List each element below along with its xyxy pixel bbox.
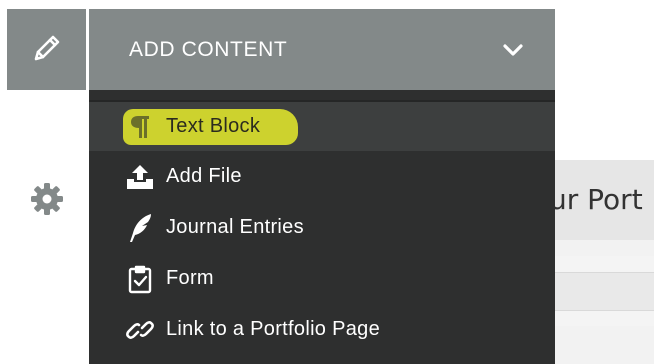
menu-item-label: Add File xyxy=(166,165,242,187)
quill-icon xyxy=(124,212,156,244)
menu-item-label: Text Block xyxy=(166,115,261,137)
pilcrow-icon xyxy=(124,111,156,143)
divider xyxy=(555,310,654,311)
page-row xyxy=(555,272,654,310)
upload-icon xyxy=(124,161,156,193)
page-row xyxy=(555,256,654,272)
menu-item-add-file[interactable]: Add File xyxy=(89,151,555,202)
menu-item-link-portfolio-page[interactable]: Link to a Portfolio Page xyxy=(89,304,555,355)
page-row xyxy=(555,310,654,326)
add-content-menu: Text Block Add File Journal Entries Form… xyxy=(89,90,555,364)
divider xyxy=(555,272,654,273)
menu-item-form[interactable]: Form xyxy=(89,253,555,304)
menu-item-text-block[interactable]: Text Block xyxy=(89,100,555,151)
clipboard-check-icon xyxy=(124,263,156,295)
edit-tool-button[interactable] xyxy=(7,9,86,90)
gear-icon xyxy=(28,180,66,222)
menu-item-journal-entries[interactable]: Journal Entries xyxy=(89,202,555,253)
menu-item-label: Form xyxy=(166,267,214,289)
add-content-dropdown[interactable]: ADD CONTENT xyxy=(89,9,555,90)
chevron-down-icon xyxy=(499,36,527,64)
portfolio-page-title: ur Port xyxy=(555,160,654,240)
portfolio-page-preview: ur Port xyxy=(555,160,654,364)
link-icon xyxy=(124,314,156,346)
pencil-icon xyxy=(30,31,64,69)
menu-item-label: Link to a Portfolio Page xyxy=(166,318,380,340)
menu-item-label: Journal Entries xyxy=(166,216,304,238)
add-content-label: ADD CONTENT xyxy=(129,37,288,61)
settings-button[interactable] xyxy=(7,160,86,241)
